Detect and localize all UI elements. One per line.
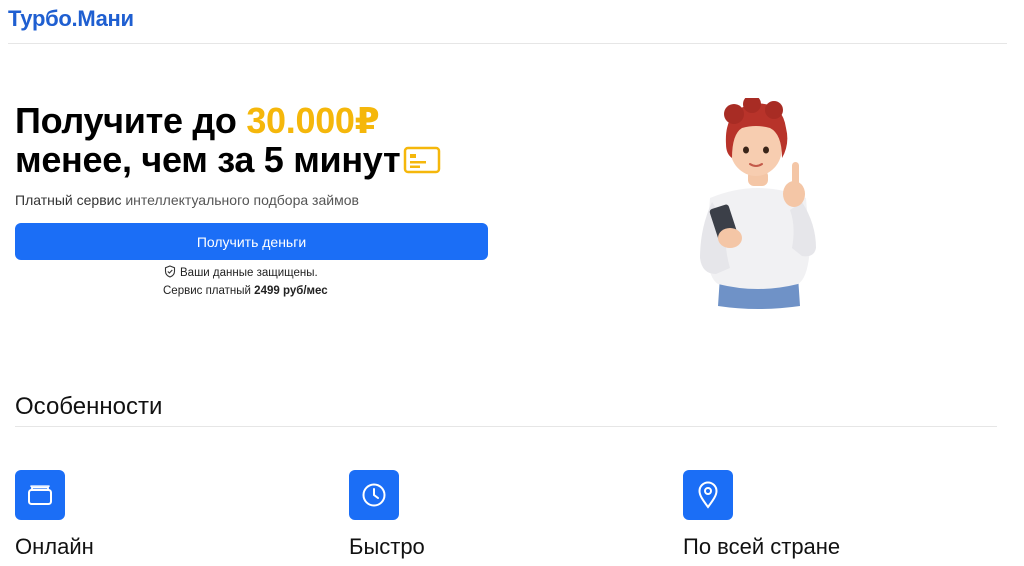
feature-fast: Быстро	[349, 470, 425, 559]
hero-title-prefix: Получите до	[15, 100, 247, 141]
subtitle-rest: интеллектуального подбора займов	[121, 192, 359, 208]
subtitle-strong: Платный сервис	[15, 192, 122, 208]
site-header: Турбо.Мани	[0, 0, 1024, 44]
get-money-button[interactable]: Получить деньги	[15, 223, 488, 260]
pricing-note: Сервис платный 2499 руб/мес	[163, 285, 328, 297]
wallet-icon	[15, 470, 65, 520]
hero-subtitle: Платный сервис интеллектуального подбора…	[15, 192, 359, 208]
shield-check-icon	[164, 265, 176, 281]
features-title: Особенности	[15, 393, 163, 420]
feature-label: По всей стране	[683, 534, 841, 559]
hero-title: Получите до 30.000₽ менее, чем за 5 мину…	[15, 101, 441, 181]
feature-online: Онлайн	[15, 470, 94, 559]
credit-card-icon	[403, 142, 441, 181]
feature-label: Онлайн	[15, 534, 94, 559]
hero-title-amount: 30.000₽	[246, 100, 380, 141]
feature-label: Быстро	[349, 534, 425, 559]
map-pin-icon	[683, 470, 733, 520]
features-divider	[15, 426, 997, 427]
secure-text: Ваши данные защищены.	[180, 267, 318, 279]
clock-icon	[349, 470, 399, 520]
data-protection-note: Ваши данные защищены.	[164, 265, 318, 281]
header-divider	[8, 43, 1007, 44]
hero-illustration-woman	[690, 95, 825, 318]
pricing-prefix: Сервис платный	[163, 285, 255, 297]
logo[interactable]: Турбо.Мани	[8, 6, 134, 32]
feature-nationwide: По всей стране	[683, 470, 840, 559]
hero-title-line2: менее, чем за 5 минут	[15, 139, 401, 180]
pricing-value: 2499 руб/мес	[254, 285, 328, 297]
